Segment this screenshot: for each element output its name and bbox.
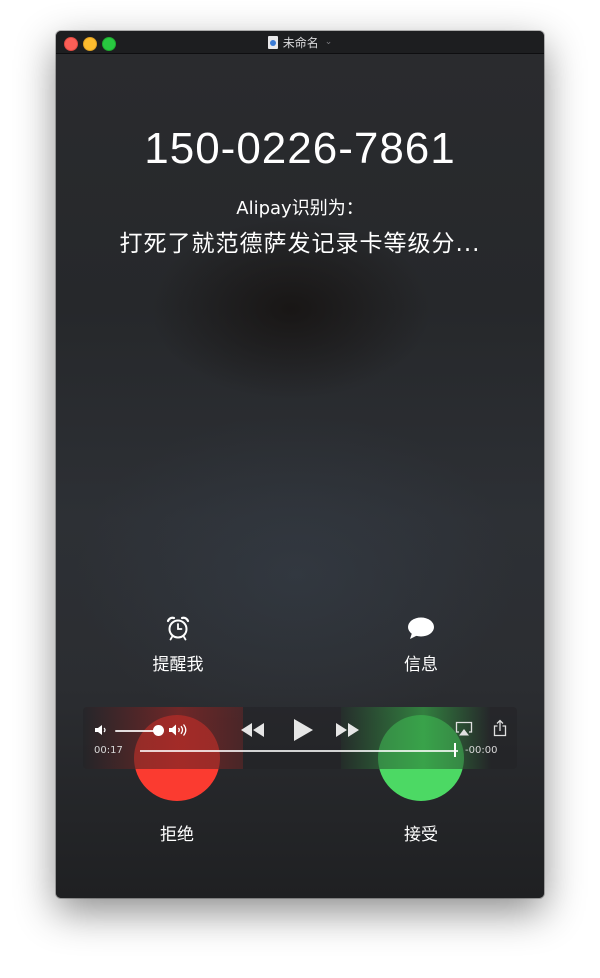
window-title: 未命名 — [282, 35, 319, 50]
speech-bubble-icon — [361, 614, 481, 642]
remind-me-button[interactable]: 提醒我 — [118, 614, 238, 675]
playback-scrubber[interactable] — [140, 750, 458, 752]
message-button[interactable]: 信息 — [361, 614, 481, 675]
message-label: 信息 — [404, 655, 438, 675]
rewind-icon — [241, 723, 264, 737]
fast-forward-button[interactable] — [334, 721, 360, 739]
share-button[interactable] — [493, 719, 507, 737]
remaining-time: -00:00 — [465, 745, 498, 756]
window-title-group[interactable]: 未命名 ⌄ — [56, 31, 544, 53]
decline-label: 拒绝 — [160, 825, 194, 845]
airplay-icon — [455, 721, 473, 736]
airplay-button[interactable] — [455, 721, 473, 737]
rewind-button[interactable] — [240, 721, 266, 739]
share-icon — [493, 719, 507, 737]
play-icon — [294, 719, 313, 741]
play-button[interactable] — [291, 717, 315, 743]
title-bar[interactable]: 未命名 ⌄ — [56, 31, 544, 54]
remind-me-label: 提醒我 — [152, 655, 204, 675]
caller-phone-number: 150-0226-7861 — [144, 124, 456, 173]
current-time: 00:17 — [94, 745, 123, 756]
quicktime-window: 未命名 ⌄ 150-0226-7861 Alipay识别为： 打死了就范德萨发记… — [56, 31, 544, 898]
document-icon — [267, 35, 278, 49]
incoming-call-screen: 150-0226-7861 Alipay识别为： 打死了就范德萨发记录卡等级分.… — [56, 54, 544, 898]
alarm-clock-icon — [118, 614, 238, 642]
caller-id-tag: 打死了就范德萨发记录卡等级分... — [119, 231, 481, 257]
playback-playhead[interactable] — [454, 743, 456, 757]
chevron-down-icon: ⌄ — [324, 37, 333, 47]
accept-label: 接受 — [404, 825, 438, 845]
volume-slider-knob[interactable] — [153, 725, 164, 736]
fast-forward-icon — [336, 723, 359, 737]
speaker-low-icon — [94, 724, 108, 736]
speaker-high-icon — [168, 723, 188, 737]
caller-id-source: Alipay识别为： — [236, 198, 364, 219]
